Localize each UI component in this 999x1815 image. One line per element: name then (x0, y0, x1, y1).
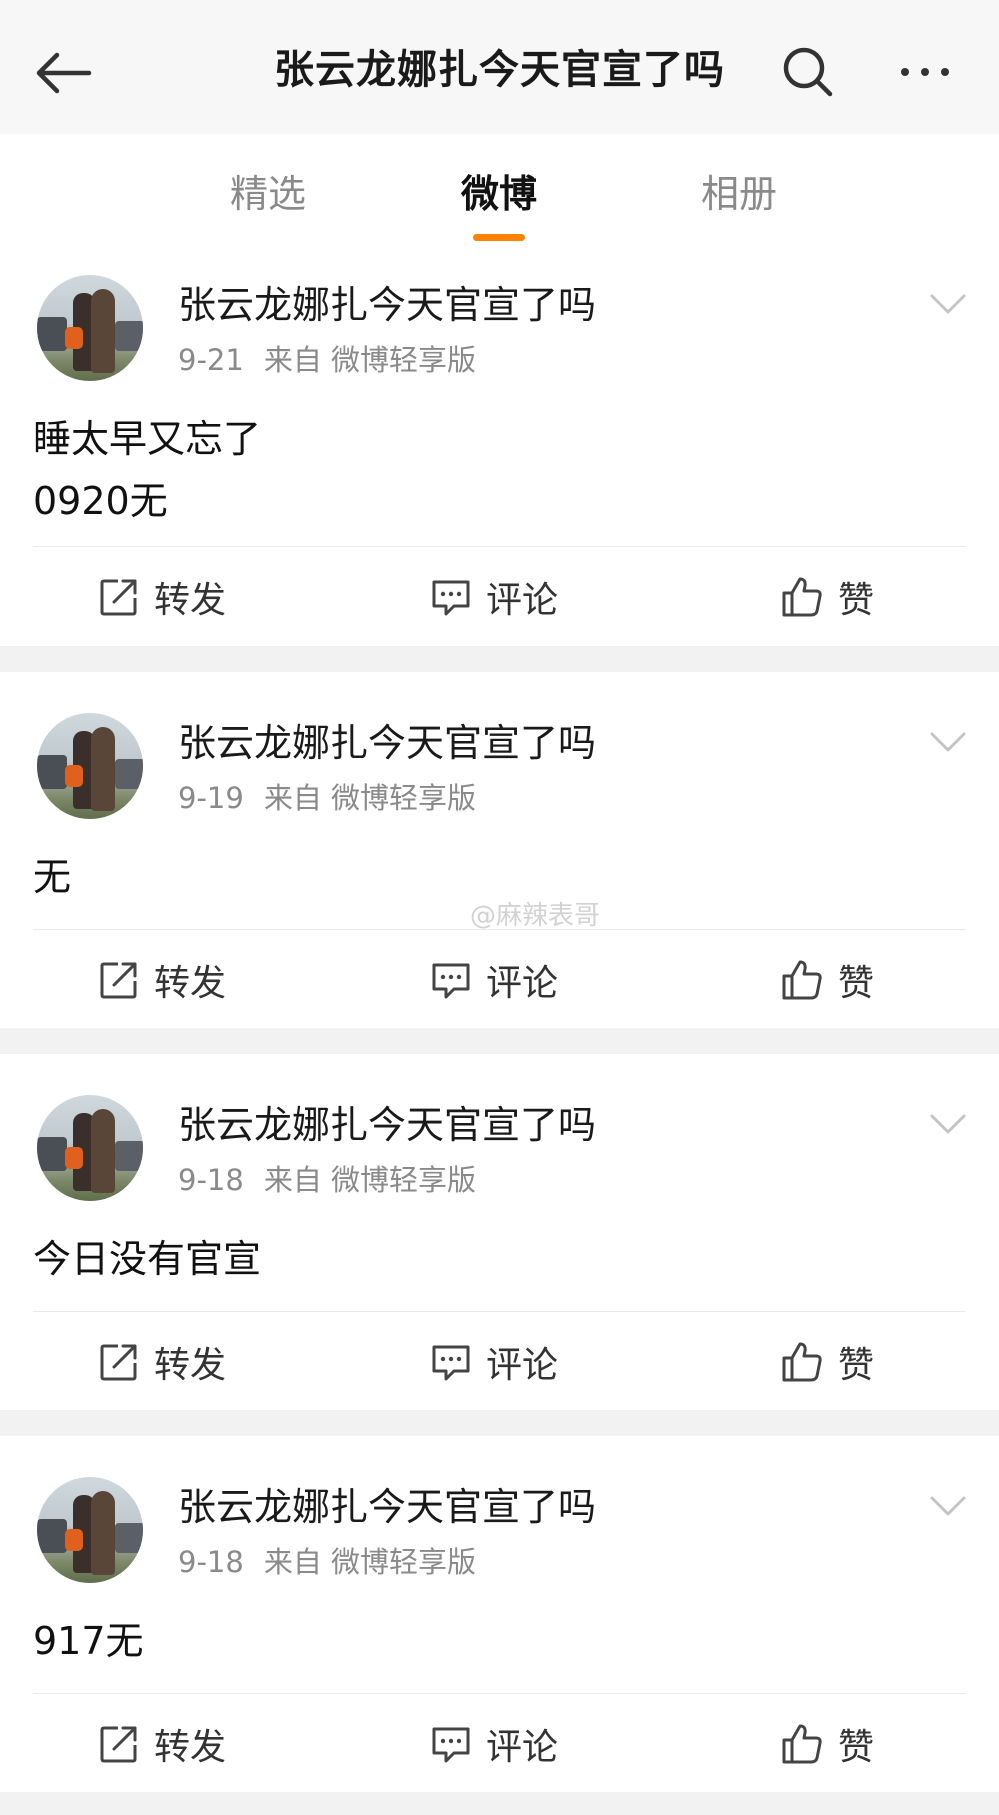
repost-icon (100, 1726, 137, 1763)
post-source: 来自 微博轻享版 (263, 1163, 477, 1197)
repost-button[interactable]: 转发 (98, 567, 226, 627)
comment-icon (432, 1727, 470, 1763)
like-button[interactable]: 赞 (780, 567, 874, 627)
comment-button[interactable]: 评论 (430, 1714, 558, 1774)
post-text: 917无 (33, 1619, 144, 1663)
post-meta: 9-18 来自 微博轻享版 (178, 1542, 496, 1582)
post-card: 张云龙娜扎今天官宣了吗 9-18 来自 微博轻享版 今日没有官宣 转发 评论 赞 (0, 1054, 999, 1410)
thumbs-up-icon (782, 577, 822, 617)
avatar[interactable] (37, 713, 143, 819)
page-title: 张云龙娜扎今天官宣了吗 (274, 47, 725, 93)
post-date: 9-21 (178, 343, 244, 377)
thumbs-up-icon (782, 960, 822, 1000)
thumbs-up-icon (782, 1342, 822, 1382)
post-username[interactable]: 张云龙娜扎今天官宣了吗 (178, 278, 596, 332)
chevron-down-icon[interactable] (928, 1486, 968, 1526)
tab-weibo[interactable]: 微博 (419, 164, 579, 224)
post-date: 9-18 (178, 1545, 244, 1579)
post-username[interactable]: 张云龙娜扎今天官宣了吗 (178, 1480, 596, 1534)
post-username[interactable]: 张云龙娜扎今天官宣了吗 (178, 716, 596, 770)
post-card: 张云龙娜扎今天官宣了吗 9-18 来自 微博轻享版 917无 转发 评论 赞 (0, 1436, 999, 1792)
like-button[interactable]: 赞 (780, 950, 874, 1010)
like-button[interactable]: 赞 (780, 1714, 874, 1774)
avatar[interactable] (37, 1477, 143, 1583)
post-meta: 9-21 来自 微博轻享版 (178, 340, 496, 380)
post-text: 今日没有官宣 (33, 1237, 262, 1281)
post-source: 来自 微博轻享版 (263, 1545, 477, 1579)
repost-icon (100, 579, 137, 616)
post-date: 9-18 (178, 1163, 244, 1197)
back-button[interactable] (28, 38, 98, 108)
post-source: 来自 微博轻享版 (263, 343, 477, 377)
chevron-down-icon[interactable] (928, 284, 968, 324)
search-icon (783, 47, 833, 97)
comment-icon (432, 580, 470, 616)
back-arrow-icon (36, 52, 92, 94)
watermark: @麻辣表哥 (470, 901, 601, 931)
divider (33, 1693, 966, 1694)
comment-button[interactable]: 评论 (430, 567, 558, 627)
tab-featured[interactable]: 精选 (188, 164, 348, 224)
repost-icon (100, 1344, 137, 1381)
comment-button[interactable]: 评论 (430, 1332, 558, 1392)
more-icon (901, 68, 909, 76)
post-text: 无 (33, 855, 72, 899)
thumbs-up-icon (782, 1724, 822, 1764)
more-button[interactable] (880, 40, 970, 104)
top-bar: 张云龙娜扎今天官宣了吗 (0, 0, 999, 134)
avatar[interactable] (37, 1095, 143, 1201)
post-username[interactable]: 张云龙娜扎今天官宣了吗 (178, 1098, 596, 1152)
comment-button[interactable]: 评论 (430, 950, 558, 1010)
search-button[interactable] (776, 40, 840, 104)
tab-bar: 精选 微博 相册 (0, 134, 999, 255)
like-button[interactable]: 赞 (780, 1332, 874, 1392)
comment-icon (432, 1345, 470, 1381)
divider (33, 1311, 966, 1312)
repost-icon (100, 962, 137, 999)
tab-album[interactable]: 相册 (659, 164, 819, 224)
chevron-down-icon[interactable] (928, 1104, 968, 1144)
post-meta: 9-19 来自 微博轻享版 (178, 778, 496, 818)
divider (33, 546, 966, 547)
post-text: 睡太早又忘了 0920无 (33, 417, 262, 523)
post-meta: 9-18 来自 微博轻享版 (178, 1160, 496, 1200)
chevron-down-icon[interactable] (928, 722, 968, 762)
post-source: 来自 微博轻享版 (263, 781, 477, 815)
post-card: 张云龙娜扎今天官宣了吗 9-21 来自 微博轻享版 睡太早又忘了 0920无 转发… (0, 254, 999, 646)
repost-button[interactable]: 转发 (98, 1714, 226, 1774)
comment-icon (432, 963, 470, 999)
active-tab-indicator (473, 234, 525, 241)
post-card: 张云龙娜扎今天官宣了吗 9-19 来自 微博轻享版 无 转发 评论 赞 (0, 672, 999, 1028)
post-date: 9-19 (178, 781, 244, 815)
repost-button[interactable]: 转发 (98, 1332, 226, 1392)
avatar[interactable] (37, 275, 143, 381)
repost-button[interactable]: 转发 (98, 950, 226, 1010)
